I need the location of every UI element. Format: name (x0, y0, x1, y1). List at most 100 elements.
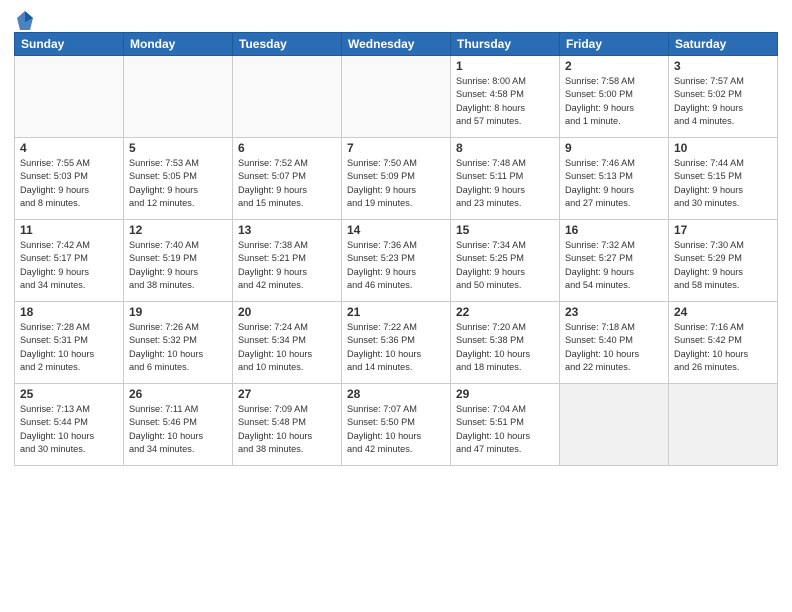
calendar-cell: 14Sunrise: 7:36 AMSunset: 5:23 PMDayligh… (342, 220, 451, 302)
day-info: Sunrise: 7:28 AMSunset: 5:31 PMDaylight:… (20, 321, 118, 374)
logo-icon (16, 10, 34, 32)
day-number: 26 (129, 387, 227, 401)
day-info: Sunrise: 7:16 AMSunset: 5:42 PMDaylight:… (674, 321, 772, 374)
calendar-cell: 9 Sunrise: 7:46 AMSunset: 5:13 PMDaylight… (560, 138, 669, 220)
calendar-cell (233, 56, 342, 138)
calendar-week-row: 18 Sunrise: 7:28 AMSunset: 5:31 PMDayligh… (15, 302, 778, 384)
day-info: Sunrise: 7:18 AMSunset: 5:40 PMDaylight:… (565, 321, 663, 374)
day-number: 6 (238, 141, 336, 155)
day-number: 19 (129, 305, 227, 319)
day-number: 9 (565, 141, 663, 155)
calendar-cell: 8 Sunrise: 7:48 AMSunset: 5:11 PMDaylight… (451, 138, 560, 220)
day-info: Sunrise: 7:07 AMSunset: 5:50 PMDaylight:… (347, 403, 445, 456)
calendar-cell (15, 56, 124, 138)
day-number: 2 (565, 59, 663, 73)
calendar-week-row: 4Sunrise: 7:55 AMSunset: 5:03 PMDaylight… (15, 138, 778, 220)
calendar-cell: 18 Sunrise: 7:28 AMSunset: 5:31 PMDayligh… (15, 302, 124, 384)
calendar-cell (669, 384, 778, 466)
day-number: 7 (347, 141, 445, 155)
calendar-cell: 7 Sunrise: 7:50 AMSunset: 5:09 PMDaylight… (342, 138, 451, 220)
calendar-cell: 22 Sunrise: 7:20 AMSunset: 5:38 PMDayligh… (451, 302, 560, 384)
calendar-week-row: 25 Sunrise: 7:13 AMSunset: 5:44 PMDayligh… (15, 384, 778, 466)
calendar-cell: 10Sunrise: 7:44 AMSunset: 5:15 PMDayligh… (669, 138, 778, 220)
day-number: 8 (456, 141, 554, 155)
calendar-cell: 16 Sunrise: 7:32 AMSunset: 5:27 PMDayligh… (560, 220, 669, 302)
calendar-cell: 20Sunrise: 7:24 AMSunset: 5:34 PMDayligh… (233, 302, 342, 384)
calendar-cell: 15 Sunrise: 7:34 AMSunset: 5:25 PMDayligh… (451, 220, 560, 302)
calendar-table: SundayMondayTuesdayWednesdayThursdayFrid… (14, 32, 778, 466)
calendar-cell: 1Sunrise: 8:00 AMSunset: 4:58 PMDaylight… (451, 56, 560, 138)
day-info: Sunrise: 7:04 AMSunset: 5:51 PMDaylight:… (456, 403, 554, 456)
calendar-cell: 11 Sunrise: 7:42 AMSunset: 5:17 PMDayligh… (15, 220, 124, 302)
day-number: 25 (20, 387, 118, 401)
day-number: 17 (674, 223, 772, 237)
calendar-cell: 28 Sunrise: 7:07 AMSunset: 5:50 PMDayligh… (342, 384, 451, 466)
day-number: 23 (565, 305, 663, 319)
day-info: Sunrise: 7:55 AMSunset: 5:03 PMDaylight:… (20, 157, 118, 210)
calendar-cell: 19 Sunrise: 7:26 AMSunset: 5:32 PMDayligh… (124, 302, 233, 384)
col-header-friday: Friday (560, 33, 669, 56)
calendar-cell (124, 56, 233, 138)
day-number: 5 (129, 141, 227, 155)
calendar-cell: 24 Sunrise: 7:16 AMSunset: 5:42 PMDayligh… (669, 302, 778, 384)
day-number: 15 (456, 223, 554, 237)
calendar-cell: 17 Sunrise: 7:30 AMSunset: 5:29 PMDayligh… (669, 220, 778, 302)
calendar-cell (560, 384, 669, 466)
day-number: 24 (674, 305, 772, 319)
day-info: Sunrise: 7:26 AMSunset: 5:32 PMDaylight:… (129, 321, 227, 374)
day-info: Sunrise: 7:22 AMSunset: 5:36 PMDaylight:… (347, 321, 445, 374)
day-info: Sunrise: 7:38 AMSunset: 5:21 PMDaylight:… (238, 239, 336, 292)
calendar-cell: 26 Sunrise: 7:11 AMSunset: 5:46 PMDayligh… (124, 384, 233, 466)
calendar-week-row: 11 Sunrise: 7:42 AMSunset: 5:17 PMDayligh… (15, 220, 778, 302)
calendar-header-row: SundayMondayTuesdayWednesdayThursdayFrid… (15, 33, 778, 56)
day-number: 18 (20, 305, 118, 319)
calendar-cell: 4Sunrise: 7:55 AMSunset: 5:03 PMDaylight… (15, 138, 124, 220)
day-info: Sunrise: 7:48 AMSunset: 5:11 PMDaylight:… (456, 157, 554, 210)
day-number: 29 (456, 387, 554, 401)
calendar-cell: 27 Sunrise: 7:09 AMSunset: 5:48 PMDayligh… (233, 384, 342, 466)
day-info: Sunrise: 7:09 AMSunset: 5:48 PMDaylight:… (238, 403, 336, 456)
day-info: Sunrise: 7:53 AMSunset: 5:05 PMDaylight:… (129, 157, 227, 210)
col-header-tuesday: Tuesday (233, 33, 342, 56)
logo (14, 10, 34, 28)
day-info: Sunrise: 7:42 AMSunset: 5:17 PMDaylight:… (20, 239, 118, 292)
day-number: 14 (347, 223, 445, 237)
calendar-cell: 29 Sunrise: 7:04 AMSunset: 5:51 PMDayligh… (451, 384, 560, 466)
day-info: Sunrise: 7:30 AMSunset: 5:29 PMDaylight:… (674, 239, 772, 292)
calendar-cell: 2 Sunrise: 7:58 AMSunset: 5:00 PMDaylight… (560, 56, 669, 138)
day-info: Sunrise: 7:52 AMSunset: 5:07 PMDaylight:… (238, 157, 336, 210)
page-container: SundayMondayTuesdayWednesdayThursdayFrid… (0, 0, 792, 474)
day-info: Sunrise: 7:50 AMSunset: 5:09 PMDaylight:… (347, 157, 445, 210)
calendar-cell (342, 56, 451, 138)
day-info: Sunrise: 7:40 AMSunset: 5:19 PMDaylight:… (129, 239, 227, 292)
header (14, 10, 778, 28)
calendar-cell: 3 Sunrise: 7:57 AMSunset: 5:02 PMDaylight… (669, 56, 778, 138)
day-number: 10 (674, 141, 772, 155)
col-header-thursday: Thursday (451, 33, 560, 56)
col-header-saturday: Saturday (669, 33, 778, 56)
calendar-cell: 21 Sunrise: 7:22 AMSunset: 5:36 PMDayligh… (342, 302, 451, 384)
day-number: 28 (347, 387, 445, 401)
calendar-cell: 23 Sunrise: 7:18 AMSunset: 5:40 PMDayligh… (560, 302, 669, 384)
col-header-monday: Monday (124, 33, 233, 56)
day-info: Sunrise: 7:20 AMSunset: 5:38 PMDaylight:… (456, 321, 554, 374)
day-number: 3 (674, 59, 772, 73)
calendar-cell: 12Sunrise: 7:40 AMSunset: 5:19 PMDayligh… (124, 220, 233, 302)
day-info: Sunrise: 7:13 AMSunset: 5:44 PMDaylight:… (20, 403, 118, 456)
day-number: 16 (565, 223, 663, 237)
day-number: 21 (347, 305, 445, 319)
col-header-wednesday: Wednesday (342, 33, 451, 56)
calendar-cell: 25 Sunrise: 7:13 AMSunset: 5:44 PMDayligh… (15, 384, 124, 466)
day-info: Sunrise: 7:32 AMSunset: 5:27 PMDaylight:… (565, 239, 663, 292)
col-header-sunday: Sunday (15, 33, 124, 56)
day-number: 11 (20, 223, 118, 237)
day-info: Sunrise: 7:57 AMSunset: 5:02 PMDaylight:… (674, 75, 772, 128)
day-info: Sunrise: 7:58 AMSunset: 5:00 PMDaylight:… (565, 75, 663, 128)
day-number: 27 (238, 387, 336, 401)
calendar-cell: 5 Sunrise: 7:53 AMSunset: 5:05 PMDaylight… (124, 138, 233, 220)
day-info: Sunrise: 7:46 AMSunset: 5:13 PMDaylight:… (565, 157, 663, 210)
day-info: Sunrise: 7:11 AMSunset: 5:46 PMDaylight:… (129, 403, 227, 456)
day-number: 22 (456, 305, 554, 319)
day-info: Sunrise: 8:00 AMSunset: 4:58 PMDaylight:… (456, 75, 554, 128)
day-info: Sunrise: 7:34 AMSunset: 5:25 PMDaylight:… (456, 239, 554, 292)
